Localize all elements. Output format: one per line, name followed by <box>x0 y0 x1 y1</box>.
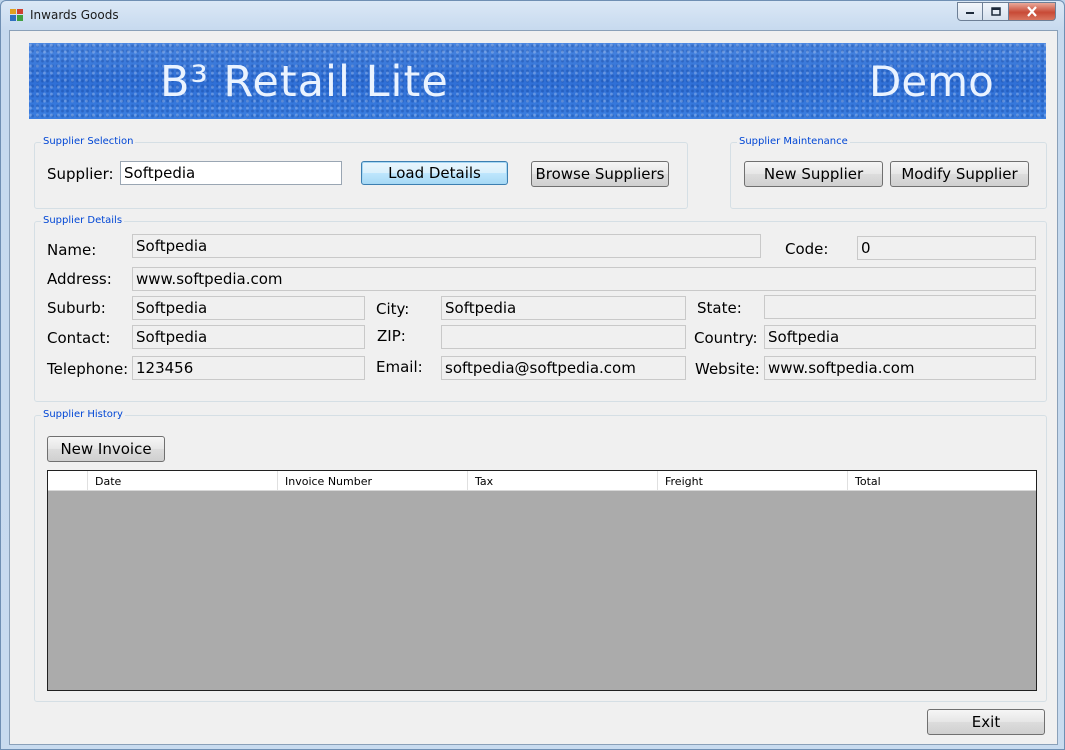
city-label: City: <box>376 300 410 318</box>
supplier-history-legend: Supplier History <box>41 409 125 420</box>
name-label: Name: <box>47 241 97 259</box>
email-field[interactable]: softpedia@softpedia.com <box>441 356 686 380</box>
city-field[interactable]: Softpedia <box>441 296 686 320</box>
supplier-maintenance-legend: Supplier Maintenance <box>737 136 850 147</box>
telephone-field[interactable]: 123456 <box>132 356 365 380</box>
grid-row-header-corner <box>48 471 88 490</box>
address-field[interactable]: www.softpedia.com <box>132 267 1036 291</box>
column-header-invoice-number[interactable]: Invoice Number <box>278 471 468 490</box>
column-header-freight[interactable]: Freight <box>658 471 848 490</box>
window-title: Inwards Goods <box>30 8 119 22</box>
close-button[interactable] <box>1009 2 1056 21</box>
zip-label: ZIP: <box>377 327 406 345</box>
new-supplier-button[interactable]: New Supplier <box>744 161 883 187</box>
minimize-icon <box>966 11 974 14</box>
supplier-details-legend: Supplier Details <box>41 215 125 226</box>
country-field[interactable]: Softpedia <box>764 325 1036 349</box>
browse-suppliers-button[interactable]: Browse Suppliers <box>531 161 669 187</box>
code-field[interactable]: 0 <box>857 236 1036 260</box>
contact-field[interactable]: Softpedia <box>132 325 365 349</box>
modify-supplier-button[interactable]: Modify Supplier <box>890 161 1029 187</box>
minimize-button[interactable] <box>957 2 983 21</box>
website-label: Website: <box>695 360 760 378</box>
banner: B³ Retail Lite Demo <box>29 43 1046 119</box>
website-field[interactable]: www.softpedia.com <box>764 356 1036 380</box>
address-label: Address: <box>47 270 112 288</box>
banner-title: B³ Retail Lite <box>160 57 449 107</box>
app-icon <box>10 9 23 21</box>
suburb-label: Suburb: <box>47 299 106 317</box>
code-label: Code: <box>785 240 829 258</box>
state-label: State: <box>697 299 742 317</box>
new-invoice-button[interactable]: New Invoice <box>47 436 165 462</box>
exit-button[interactable]: Exit <box>927 709 1045 735</box>
supplier-label: Supplier: <box>47 165 114 183</box>
banner-demo-badge: Demo <box>869 57 994 106</box>
suburb-field[interactable]: Softpedia <box>132 296 365 320</box>
column-header-date[interactable]: Date <box>88 471 278 490</box>
load-details-button[interactable]: Load Details <box>361 161 508 185</box>
invoice-history-grid[interactable]: Date Invoice Number Tax Freight Total <box>47 470 1037 691</box>
grid-header: Date Invoice Number Tax Freight Total <box>48 471 1036 491</box>
email-label: Email: <box>376 358 423 376</box>
column-header-tax[interactable]: Tax <box>468 471 658 490</box>
country-label: Country: <box>694 329 758 347</box>
telephone-label: Telephone: <box>47 360 129 378</box>
contact-label: Contact: <box>47 329 111 347</box>
close-icon <box>1027 6 1037 17</box>
title-bar[interactable]: Inwards Goods <box>1 1 1064 29</box>
app-window: Inwards Goods B³ Retail Lite Demo Suppli… <box>0 0 1065 750</box>
client-area: B³ Retail Lite Demo Supplier Selection S… <box>9 30 1058 745</box>
column-header-total[interactable]: Total <box>848 471 1036 490</box>
zip-field[interactable] <box>441 325 686 349</box>
supplier-input[interactable]: Softpedia <box>120 161 342 185</box>
maximize-icon <box>990 7 1001 16</box>
name-field[interactable]: Softpedia <box>132 234 761 258</box>
maximize-button[interactable] <box>983 2 1009 21</box>
state-field[interactable] <box>764 295 1036 319</box>
supplier-selection-legend: Supplier Selection <box>41 136 136 147</box>
